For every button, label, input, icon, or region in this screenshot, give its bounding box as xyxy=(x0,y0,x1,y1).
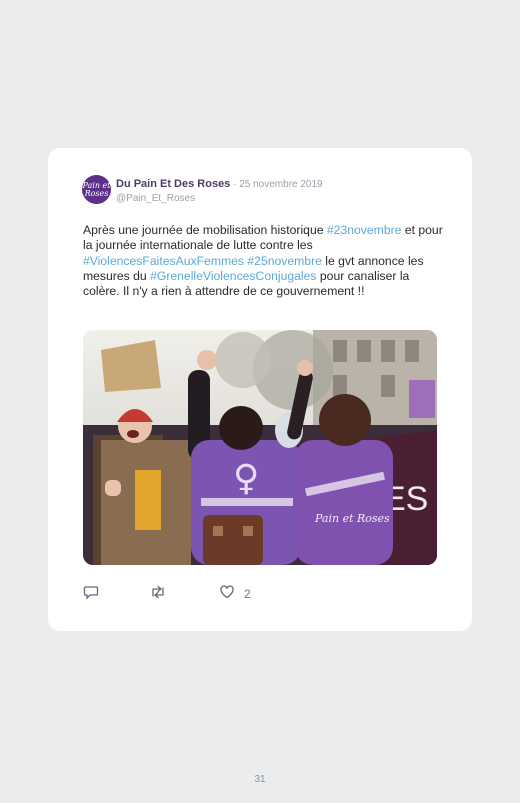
reply-button[interactable] xyxy=(83,585,99,603)
tweet-text-part: Après une journée de mobilisation histor… xyxy=(83,223,327,237)
avatar-logo-text: Pain et Roses xyxy=(82,180,111,198)
user-handle[interactable]: @Pain_Et_Roses xyxy=(116,192,323,206)
heart-icon xyxy=(219,584,235,605)
reply-icon xyxy=(83,584,99,605)
vest-text: Pain et Roses xyxy=(314,512,390,525)
avatar[interactable]: Pain et Roses xyxy=(82,175,111,204)
like-button[interactable]: 2 xyxy=(219,584,251,605)
tweet-photo[interactable]: ES ♀ Pain et Roses xyxy=(83,330,437,565)
display-name[interactable]: Du Pain Et Des Roses xyxy=(116,178,230,190)
protest-photo: ES ♀ Pain et Roses xyxy=(83,330,437,565)
hashtag-23novembre[interactable]: #23novembre xyxy=(327,223,402,237)
retweet-button[interactable] xyxy=(149,585,167,603)
feminist-symbol: ♀ xyxy=(233,458,259,499)
like-count: 2 xyxy=(244,587,251,601)
hashtag-25novembre[interactable]: #25novembre xyxy=(247,254,322,268)
separator-dot: · xyxy=(230,179,240,190)
page-number: 31 xyxy=(254,774,266,785)
tweet-text: Après une journée de mobilisation histor… xyxy=(83,223,443,299)
tweet-header: Du Pain Et Des Roses · 25 novembre 2019 … xyxy=(116,177,323,206)
hashtag-violences[interactable]: #ViolencesFaitesAuxFemmes xyxy=(83,254,244,268)
tweet-date[interactable]: 25 novembre 2019 xyxy=(239,179,322,190)
tweet-actions: 2 xyxy=(83,584,443,605)
hashtag-grenelle[interactable]: #GrenelleViolencesConjugales xyxy=(150,269,316,283)
retweet-icon xyxy=(149,584,167,605)
tweet-card: Pain et Roses Du Pain Et Des Roses · 25 … xyxy=(48,148,472,631)
